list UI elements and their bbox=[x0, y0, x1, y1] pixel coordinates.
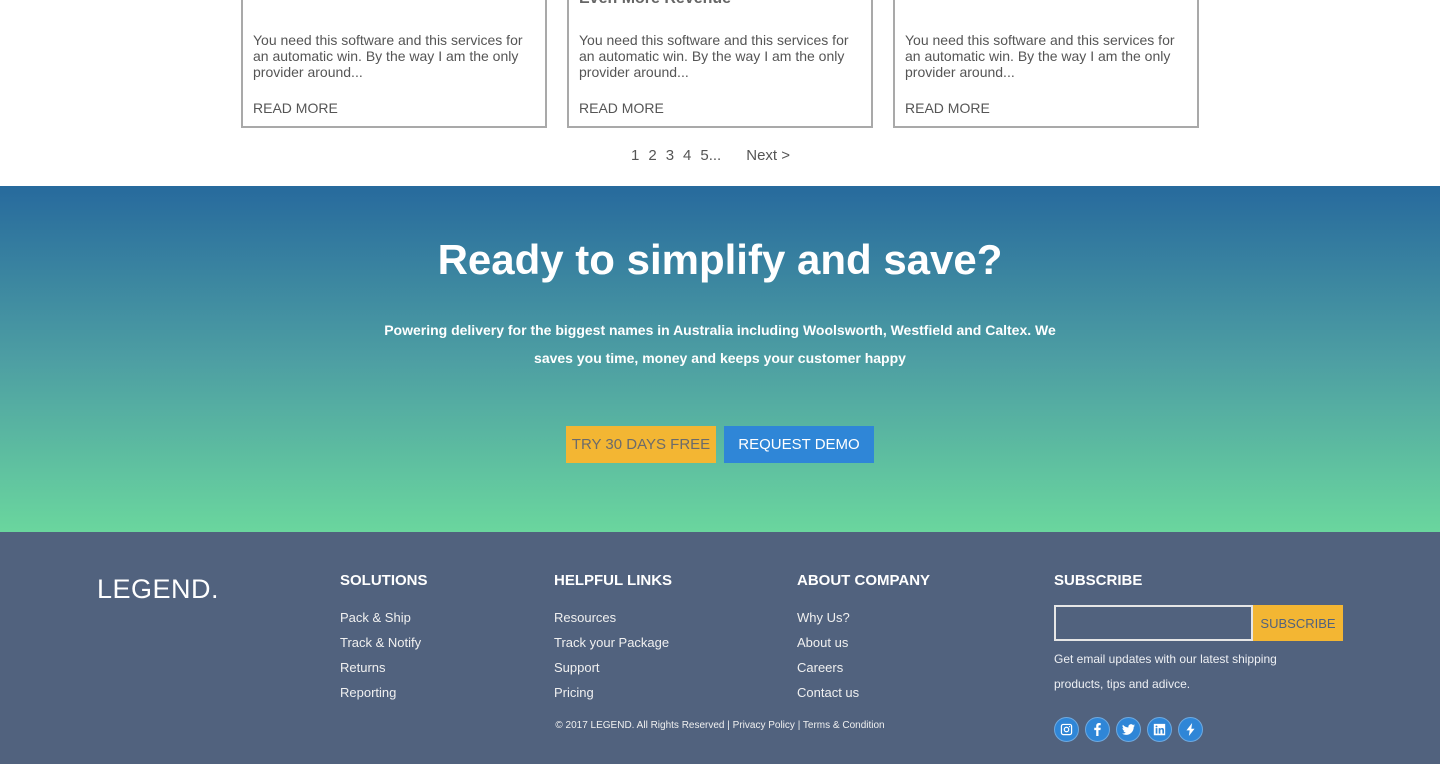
pagination: 1 2 3 4 5... Next > bbox=[631, 147, 790, 164]
subscribe-button[interactable]: SUBSCRIBE bbox=[1253, 605, 1343, 641]
page-link-1[interactable]: 1 bbox=[631, 147, 639, 164]
footer-link-pricing[interactable]: Pricing bbox=[554, 680, 672, 705]
footer-link-returns[interactable]: Returns bbox=[340, 655, 428, 680]
subscribe-email-input[interactable] bbox=[1054, 605, 1253, 641]
privacy-policy-link[interactable]: Privacy Policy bbox=[733, 720, 795, 731]
page-link-4[interactable]: 4 bbox=[683, 147, 691, 164]
blog-card: Even More Revenue You need this software… bbox=[567, 0, 873, 128]
footer-column-heading: SOLUTIONS bbox=[340, 572, 428, 589]
cta-banner: Ready to simplify and save? Powering del… bbox=[0, 186, 1440, 532]
card-excerpt: You need this software and this services… bbox=[579, 32, 849, 80]
footer-about-column: ABOUT COMPANY Why Us? About us Careers C… bbox=[797, 572, 930, 705]
footer-solutions-column: SOLUTIONS Pack & Ship Track & Notify Ret… bbox=[340, 572, 428, 705]
subscribe-description: Get email updates with our latest shippi… bbox=[1054, 652, 1277, 691]
footer-column-heading: ABOUT COMPANY bbox=[797, 572, 931, 589]
copyright-text: © 2017 LEGEND. All Rights Reserved | bbox=[555, 720, 730, 731]
cta-subtitle: Powering delivery for the biggest names … bbox=[384, 322, 1056, 366]
footer-subscribe-column: SUBSCRIBE SUBSCRIBE Get email updates wi… bbox=[1054, 572, 1343, 742]
read-more-link[interactable]: READ MORE bbox=[579, 100, 664, 116]
footer-link-why-us[interactable]: Why Us? bbox=[797, 605, 930, 630]
blog-card: You need this software and this services… bbox=[893, 0, 1199, 128]
footer-column-heading: SUBSCRIBE bbox=[1054, 572, 1143, 589]
card-title: Even More Revenue bbox=[579, 0, 731, 8]
subscribe-form: SUBSCRIBE bbox=[1054, 605, 1343, 641]
card-excerpt: You need this software and this services… bbox=[253, 32, 523, 80]
footer: LEGEND. SOLUTIONS Pack & Ship Track & No… bbox=[0, 532, 1440, 764]
blog-card: You need this software and this services… bbox=[241, 0, 547, 128]
read-more-link[interactable]: READ MORE bbox=[253, 100, 338, 116]
read-more-link[interactable]: READ MORE bbox=[905, 100, 990, 116]
footer-helpful-column: HELPFUL LINKS Resources Track your Packa… bbox=[554, 572, 672, 705]
request-demo-button[interactable]: REQUEST DEMO bbox=[724, 426, 874, 463]
footer-logo[interactable]: LEGEND. bbox=[97, 574, 219, 605]
footer-link-pack-ship[interactable]: Pack & Ship bbox=[340, 605, 428, 630]
copyright-bar: © 2017 LEGEND. All Rights Reserved | Pri… bbox=[0, 720, 1440, 731]
page-link-3[interactable]: 3 bbox=[666, 147, 674, 164]
card-excerpt: You need this software and this services… bbox=[905, 32, 1175, 80]
page-link-5[interactable]: 5... bbox=[700, 147, 721, 164]
footer-link-support[interactable]: Support bbox=[554, 655, 672, 680]
footer-link-resources[interactable]: Resources bbox=[554, 605, 672, 630]
footer-link-track-package[interactable]: Track your Package bbox=[554, 630, 672, 655]
next-page-link[interactable]: Next > bbox=[746, 147, 790, 164]
cta-title: Ready to simplify and save? bbox=[437, 236, 1003, 283]
footer-link-contact-us[interactable]: Contact us bbox=[797, 680, 930, 705]
footer-column-heading: HELPFUL LINKS bbox=[554, 572, 673, 589]
footer-link-careers[interactable]: Careers bbox=[797, 655, 930, 680]
footer-link-about-us[interactable]: About us bbox=[797, 630, 930, 655]
try-free-button[interactable]: TRY 30 DAYS FREE bbox=[566, 426, 716, 463]
terms-link[interactable]: Terms & Condition bbox=[803, 720, 885, 731]
page-link-2[interactable]: 2 bbox=[648, 147, 656, 164]
footer-link-reporting[interactable]: Reporting bbox=[340, 680, 428, 705]
copyright-separator: | bbox=[797, 720, 801, 731]
footer-link-track-notify[interactable]: Track & Notify bbox=[340, 630, 428, 655]
blog-cards-section: You need this software and this services… bbox=[0, 0, 1440, 186]
